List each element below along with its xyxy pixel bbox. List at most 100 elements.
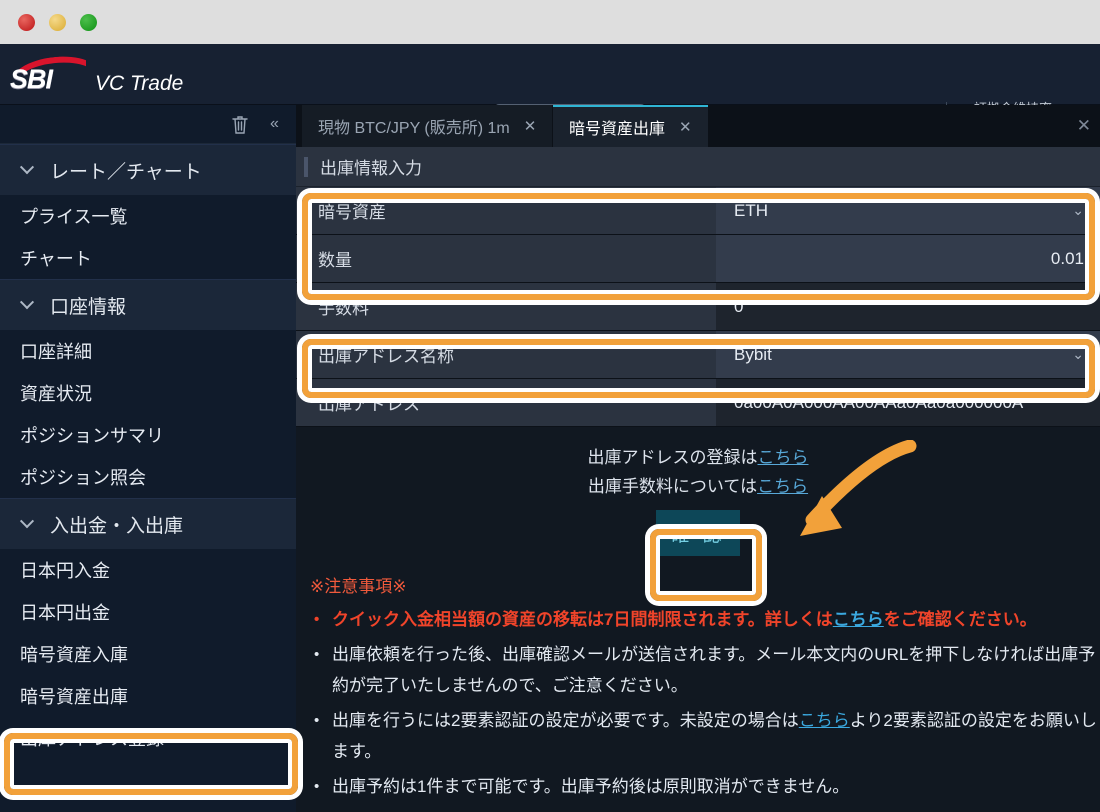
form-row-input[interactable]: 0.01 xyxy=(716,235,1100,282)
chevron-down-icon xyxy=(19,295,35,310)
sidebar-item-label: 出庫アドレス登録 xyxy=(20,729,164,749)
sidebar-item-label: 暗号資産入庫 xyxy=(20,645,128,665)
sbi-logo-mark: SBI xyxy=(10,56,86,94)
form-row-select[interactable]: ETH ⌄ xyxy=(716,187,1100,234)
app-window: SBI VC Trade テンプレート マイページ: Default + 証拠金… xyxy=(0,0,1100,812)
panel-title: 出庫情報入力 xyxy=(296,147,1100,187)
sidebar-item-label: ポジション照会 xyxy=(20,468,146,488)
sidebar-toolbar: « xyxy=(0,105,296,144)
chevron-down-icon: ⌄ xyxy=(1072,202,1084,218)
zoom-window-button[interactable] xyxy=(80,14,97,31)
close-icon[interactable]: ✕ xyxy=(679,118,692,136)
help-link[interactable]: こちら xyxy=(757,477,808,496)
trash-icon[interactable] xyxy=(230,114,250,141)
notices-title: ※注意事項※ xyxy=(310,577,407,596)
notice-text: 出庫予約は1件まで可能です。出庫予約後は原則取消ができません。 xyxy=(332,777,850,796)
app-header: SBI VC Trade テンプレート マイページ: Default + 証拠金… xyxy=(0,44,1100,136)
sidebar-item-label: 暗号資産出庫 xyxy=(20,687,128,707)
form-row-value-text: 0a00A0A000AA00AAa0Aa0a000000A xyxy=(734,392,1024,412)
sidebar-item-2-2[interactable]: 暗号資産入庫 xyxy=(0,633,296,675)
notice-text-post: をご確認ください。 xyxy=(883,610,1037,629)
form-row-value-text: 0.01 xyxy=(1050,248,1084,268)
brand-logo: SBI VC Trade xyxy=(10,56,183,96)
help-link-line-0: 出庫アドレスの登録はこちら xyxy=(296,443,1100,472)
window-controls xyxy=(18,14,97,31)
sidebar-item-label: チャート xyxy=(20,249,92,269)
sidebar-item-1-1[interactable]: 資産状況 xyxy=(0,372,296,414)
sidebar-item-2-4[interactable]: 出庫アドレス登録 xyxy=(0,717,296,759)
notice-text: 出庫を行うには2要素認証の設定が必要です。未設定の場合は xyxy=(332,711,799,730)
tab-spot-btcjpy[interactable]: 現物 BTC/JPY (販売所) 1m ✕ xyxy=(302,105,553,147)
sidebar-group-2[interactable]: 入出金・入出庫 xyxy=(0,498,296,549)
brand-name-text: VC Trade xyxy=(95,72,184,95)
chevron-down-icon xyxy=(19,514,35,529)
form-row-2: 手数料 0 xyxy=(296,283,1100,331)
form-row-label: 数量 xyxy=(296,235,716,282)
form-row-label: 出庫アドレス xyxy=(296,379,716,426)
main-panel: 現物 BTC/JPY (販売所) 1m ✕ 暗号資産出庫 ✕ ✕ 出庫情報入力 … xyxy=(296,105,1100,812)
close-all-tabs-icon[interactable]: ✕ xyxy=(1077,116,1091,136)
sidebar-item-1-2[interactable]: ポジションサマリ xyxy=(0,414,296,456)
form-row-3: 出庫アドレス名称 Bybit ⌄ xyxy=(296,331,1100,379)
sidebar-item-2-0[interactable]: 日本円入金 xyxy=(0,549,296,591)
notice-link[interactable]: こちら xyxy=(799,711,850,730)
form-row-4: 出庫アドレス 0a00A0A000AA00AAa0Aa0a000000A xyxy=(296,379,1100,427)
form-row-value: 0 xyxy=(716,283,1100,330)
form-row-0: 暗号資産 ETH ⌄ xyxy=(296,187,1100,235)
notices-list: クイック入金相当額の資産の移転は7日間制限されます。詳しくはこちらをご確認くださ… xyxy=(306,604,1100,802)
window-titlebar xyxy=(0,0,1100,44)
sidebar-group-label: 口座情報 xyxy=(50,296,127,318)
form-row-value-text: ETH xyxy=(734,200,768,220)
sidebar-item-2-3[interactable]: 暗号資産出庫 xyxy=(0,675,296,717)
help-link-line-1: 出庫手数料についてはこちら xyxy=(296,472,1100,501)
collapse-sidebar-icon[interactable]: « xyxy=(270,114,279,134)
sidebar-group-label: レート／チャート xyxy=(50,161,202,183)
brand-mark-text: SBI xyxy=(10,64,53,94)
notice-item-0: クイック入金相当額の資産の移転は7日間制限されます。詳しくはこちらをご確認くださ… xyxy=(306,604,1100,635)
confirm-button[interactable]: 確 認 xyxy=(656,510,740,556)
help-links: 出庫アドレスの登録はこちら 出庫手数料についてはこちら xyxy=(296,427,1100,501)
confirm-button-wrap: 確 認 xyxy=(296,510,1100,556)
sidebar-item-label: 日本円入金 xyxy=(20,561,110,581)
tab-label: 現物 BTC/JPY (販売所) 1m xyxy=(318,120,510,137)
tab-bar: 現物 BTC/JPY (販売所) 1m ✕ 暗号資産出庫 ✕ ✕ xyxy=(296,105,1100,147)
withdraw-form: 暗号資産 ETH ⌄ 数量 0.01 手数料 0 出庫アドレス名称 Bybit ⌄ 出庫アドレス 0a… xyxy=(296,187,1100,427)
form-row-value: 0a00A0A000AA00AAa0Aa0a000000A xyxy=(716,379,1100,426)
sidebar-item-label: プライス一覧 xyxy=(20,207,128,227)
sidebar-group-1[interactable]: 口座情報 xyxy=(0,279,296,330)
help-link[interactable]: こちら xyxy=(758,448,809,467)
tab-label: 暗号資産出庫 xyxy=(569,121,666,138)
sidebar-item-0-1[interactable]: チャート xyxy=(0,237,296,279)
chevron-down-icon xyxy=(19,160,35,175)
form-row-value-text: Bybit xyxy=(734,344,772,364)
form-row-label: 手数料 xyxy=(296,283,716,330)
notice-item-1: 出庫依頼を行った後、出庫確認メールが送信されます。メール本文内のURLを押下しな… xyxy=(306,639,1100,701)
form-row-select[interactable]: Bybit ⌄ xyxy=(716,331,1100,378)
sidebar-item-1-0[interactable]: 口座詳細 xyxy=(0,330,296,372)
sidebar-group-0[interactable]: レート／チャート xyxy=(0,144,296,195)
help-link-prefix: 出庫手数料については xyxy=(587,477,758,496)
notice-item-2: 出庫を行うには2要素認証の設定が必要です。未設定の場合はこちらより2要素認証の設… xyxy=(306,705,1100,767)
form-row-1: 数量 0.01 xyxy=(296,235,1100,283)
sidebar-item-2-1[interactable]: 日本円出金 xyxy=(0,591,296,633)
notice-item-3: 出庫予約は1件まで可能です。出庫予約後は原則取消ができません。 xyxy=(306,771,1100,802)
notice-link[interactable]: こちら xyxy=(833,610,884,629)
trash-glyph xyxy=(232,116,248,134)
sidebar-item-label: 資産状況 xyxy=(20,384,92,404)
sidebar-item-1-3[interactable]: ポジション照会 xyxy=(0,456,296,498)
close-icon[interactable]: ✕ xyxy=(524,117,537,135)
notice-text: 出庫依頼を行った後、出庫確認メールが送信されます。メール本文内のURLを押下しな… xyxy=(332,645,1096,695)
sidebar-group-label: 入出金・入出庫 xyxy=(50,515,184,537)
close-window-button[interactable] xyxy=(18,14,35,31)
tab-crypto-withdraw[interactable]: 暗号資産出庫 ✕ xyxy=(553,105,708,147)
chevron-down-icon: ⌄ xyxy=(1072,346,1084,362)
form-row-label: 暗号資産 xyxy=(296,187,716,234)
help-link-prefix: 出庫アドレスの登録は xyxy=(587,448,758,467)
minimize-window-button[interactable] xyxy=(49,14,66,31)
sidebar-nav: レート／チャートプライス一覧 チャート口座情報口座詳細資産状況ポジションサマリ ポジ… xyxy=(0,144,296,759)
sidebar-item-0-0[interactable]: プライス一覧 xyxy=(0,195,296,237)
sidebar-item-label: 口座詳細 xyxy=(20,342,92,362)
sidebar-item-label: ポジションサマリ xyxy=(20,426,164,446)
notice-text: クイック入金相当額の資産の移転は7日間制限されます。詳しくは xyxy=(332,610,833,629)
form-row-label: 出庫アドレス名称 xyxy=(296,331,716,378)
